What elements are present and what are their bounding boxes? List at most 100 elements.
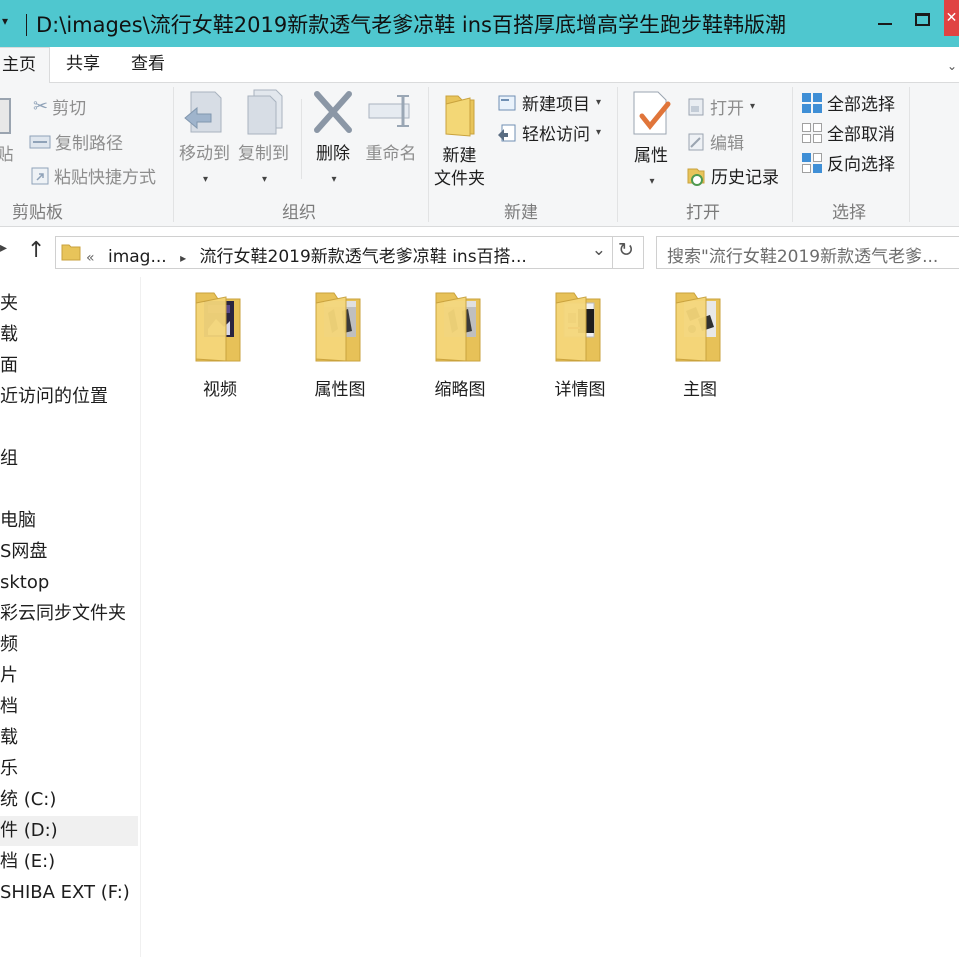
folder-label: 详情图 [554,380,606,400]
folder-item[interactable]: 缩略图 [410,289,510,400]
new-item-button[interactable]: 新建项目 ▾ [496,90,601,115]
address-bar[interactable]: « imag... ▸ 流行女鞋2019新款透气老爹凉鞋 ins百搭... ⌄ [55,236,613,269]
nav-item[interactable]: 载 [0,320,18,350]
delete-caret-icon: ▾ [331,174,337,185]
nav-item[interactable]: 片 [0,661,18,691]
nav-item[interactable]: S网盘 [0,537,47,567]
close-icon: ✕ [945,10,958,26]
group-separator [909,87,910,222]
copy-path-button[interactable]: 复制路径 [29,129,123,154]
folder-thumbnail-icon [315,292,361,362]
ribbon-expand-icon[interactable]: ⌄ [947,59,957,73]
select-group-label: 选择 [832,203,866,223]
copy-to-button[interactable]: 复制到 ▾ [238,88,289,191]
history-icon [687,168,705,186]
folder-thumbnail-icon [555,292,601,362]
easy-access-label: 轻松访问 [522,125,590,145]
select-all-button[interactable]: 全部选择 [801,90,895,115]
minimize-button[interactable] [870,4,900,34]
properties-caret-icon: ▾ [649,176,655,187]
window-title: D:\images\流行女鞋2019新款透气老爹凉鞋 ins百搭厚底增高学生跑步… [36,13,786,37]
tab-home[interactable]: 主页 [0,47,50,84]
open-icon [688,98,704,115]
nav-item[interactable]: SHIBA EXT (F:) [0,878,130,908]
new-folder-label-2: 文件夹 [434,169,485,189]
folder-thumbnail-icon [195,292,241,362]
search-input[interactable]: 搜索"流行女鞋2019新款透气老爹... [656,236,959,269]
rename-button[interactable]: 重命名 [365,88,417,166]
tab-share[interactable]: 共享 [66,47,100,82]
title-separator [26,14,27,36]
nav-item[interactable]: 乐 [0,754,18,784]
nav-item[interactable]: 面 [0,351,18,381]
group-separator [428,87,429,222]
maximize-button[interactable] [905,4,939,34]
refresh-button[interactable]: ↻ [611,236,644,269]
invert-selection-icon [802,152,822,173]
cut-button[interactable]: ✂ 剪切 [33,94,86,119]
tab-view[interactable]: 查看 [131,47,165,82]
nav-item[interactable]: 彩云同步文件夹 [0,599,126,629]
folder-item[interactable]: 属性图 [290,289,390,400]
folder-label: 缩略图 [434,380,486,400]
move-to-caret-icon: ▾ [202,174,209,185]
nav-item[interactable]: 统 (C:) [0,785,56,815]
nav-item[interactable]: 电脑 [0,506,36,536]
nav-item[interactable]: 频 [0,630,18,660]
breadcrumb-overflow-icon[interactable]: « [86,250,95,266]
paste-button[interactable]: 贴 [0,97,16,167]
nav-item[interactable]: sktop [0,568,49,598]
cut-label: 剪切 [52,99,87,119]
group-separator [617,87,618,222]
history-button[interactable]: 历史记录 [685,163,779,188]
nav-item[interactable]: 载 [0,723,18,753]
paste-icon [0,98,11,134]
properties-label: 属性 [634,146,668,166]
new-folder-label-1: 新建 [442,146,477,166]
breadcrumb-current-folder[interactable]: 流行女鞋2019新款透气老爹凉鞋 ins百搭... [200,247,527,267]
edit-button[interactable]: 编辑 [686,129,744,154]
clipboard-group-label: 剪贴板 [12,203,63,223]
new-folder-icon [445,95,474,137]
select-none-button[interactable]: 全部取消 [801,120,895,145]
folder-item[interactable]: 详情图 [530,289,630,400]
open-button[interactable]: 打开 ▾ [686,94,755,119]
move-to-button[interactable]: 移动到 ▾ [179,88,230,191]
title-bar: ▾ D:\images\流行女鞋2019新款透气老爹凉鞋 ins百搭厚底增高学生… [0,0,959,47]
nav-item[interactable]: 组 [0,444,18,474]
paste-shortcut-button[interactable]: 粘贴快捷方式 [30,163,156,188]
copy-to-label: 复制到 [238,144,289,164]
nav-item[interactable]: 档 [0,692,18,722]
file-list: 视频 属性图 缩略图 详情图 主图 [141,277,959,957]
folder-icon [61,244,81,261]
nav-item[interactable]: 夹 [0,289,18,319]
paste-shortcut-icon [31,167,49,184]
organize-inner-separator [301,99,302,179]
easy-access-button[interactable]: 轻松访问 ▾ [496,120,601,145]
delete-x-icon [314,91,352,133]
close-button[interactable]: ✕ [944,0,959,36]
folder-label: 主图 [683,380,717,400]
nav-item[interactable]: 近访问的位置 [0,382,108,412]
up-arrow-icon[interactable]: ↑ [27,238,45,263]
new-folder-button[interactable]: 新建 文件夹 [434,88,485,191]
paste-shortcut-label: 粘贴快捷方式 [54,168,156,188]
address-dropdown-icon[interactable]: ⌄ [592,240,606,260]
delete-button[interactable]: 删除 ▾ [311,88,355,191]
properties-button[interactable]: 属性 ▾ [628,88,674,193]
ribbon-tabs: 主页 共享 查看 ⌄ [0,47,959,84]
select-none-label: 全部取消 [827,125,895,145]
move-to-icon [183,91,221,133]
new-item-caret-icon: ▾ [596,97,602,108]
folder-item[interactable]: 主图 [650,289,750,400]
copy-to-icon [247,89,282,135]
breadcrumb-images[interactable]: imag... [108,247,167,267]
nav-item[interactable]: 档 (E:) [0,847,55,877]
nav-item[interactable]: 件 (D:) [0,816,138,846]
breadcrumb-chevron-icon[interactable]: ▸ [180,251,186,265]
quick-access-dropdown-icon[interactable]: ▾ [2,14,8,28]
invert-selection-button[interactable]: 反向选择 [801,150,895,175]
scissors-icon: ✂ [33,96,49,117]
recent-locations-icon[interactable]: ▸ [0,240,7,256]
folder-item[interactable]: 视频 [170,289,270,400]
